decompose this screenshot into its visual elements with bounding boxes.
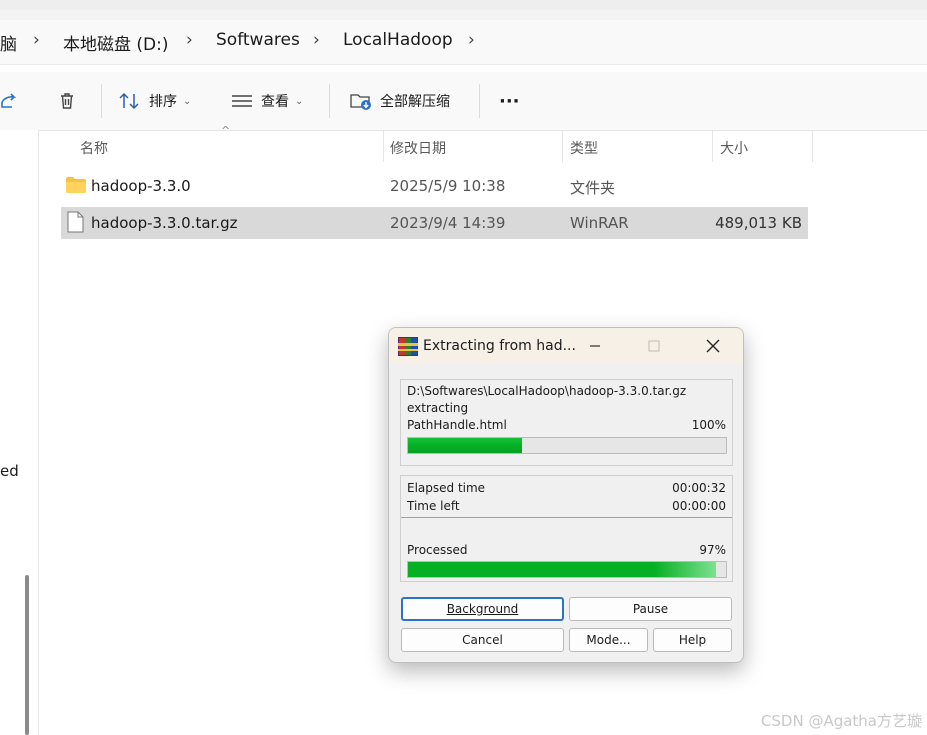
share-icon <box>1 93 17 108</box>
breadcrumb-softwares[interactable]: Softwares <box>216 30 300 50</box>
chevron-right-icon[interactable]: › <box>33 30 40 50</box>
maximize-button[interactable] <box>631 328 677 364</box>
sort-icon <box>119 92 139 110</box>
total-progress-bar <box>407 561 727 578</box>
nav-item-partial[interactable]: ed <box>0 462 19 480</box>
extract-all-label: 全部解压缩 <box>380 94 450 110</box>
minimize-button[interactable] <box>572 328 618 364</box>
current-file-name: PathHandle.html <box>407 418 507 432</box>
panel-divider <box>401 517 732 518</box>
column-divider[interactable] <box>562 130 563 162</box>
title-strip <box>0 0 927 10</box>
column-divider[interactable] <box>812 130 813 162</box>
action-label: extracting <box>407 401 469 415</box>
time-left-label: Time left <box>407 499 460 513</box>
processed-percent: 97% <box>699 543 726 557</box>
maximize-icon <box>648 340 660 352</box>
extract-all-button[interactable]: 全部解压缩 <box>350 72 450 130</box>
column-header-modified[interactable]: 修改日期 <box>390 138 446 158</box>
help-button[interactable]: Help <box>653 628 732 652</box>
time-left-value: 00:00:00 <box>672 499 726 513</box>
chevron-right-icon[interactable]: › <box>313 30 320 50</box>
file-progress-panel: D:\Softwares\LocalHadoop\hadoop-3.3.0.ta… <box>400 379 733 466</box>
mode-button[interactable]: Mode... <box>569 628 648 652</box>
file-progress-fill <box>408 438 523 453</box>
file-modified: 2025/5/9 10:38 <box>390 177 506 195</box>
elapsed-time-value: 00:00:32 <box>672 481 726 495</box>
column-divider[interactable] <box>383 130 384 162</box>
file-type: 文件夹 <box>570 179 616 197</box>
file-percent: 100% <box>691 418 726 432</box>
navigation-pane <box>0 130 39 735</box>
help-button-label: Help <box>678 633 707 647</box>
toolbar-divider <box>329 84 330 118</box>
winrar-icon <box>398 337 418 356</box>
column-header-name[interactable]: 名称 <box>80 138 108 158</box>
address-bar[interactable]: 脑 › 本地磁盘 (D:) › Softwares › LocalHadoop … <box>0 20 927 65</box>
close-button[interactable] <box>690 328 736 364</box>
toolbar-divider <box>101 84 102 118</box>
close-icon <box>706 339 720 353</box>
file-modified: 2023/9/4 14:39 <box>390 214 506 232</box>
dialog-title-bar[interactable]: Extracting from had... <box>389 328 743 364</box>
delete-button[interactable] <box>57 72 85 130</box>
sort-ascending-icon: ^ <box>221 124 231 137</box>
file-size: 489,013 KB <box>715 214 802 232</box>
chevron-down-icon: ⌄ <box>295 95 304 107</box>
file-type: WinRAR <box>570 214 629 232</box>
breadcrumb-this-pc[interactable]: 脑 <box>0 30 17 55</box>
sort-label: 排序 <box>149 94 177 110</box>
column-header-type[interactable]: 类型 <box>570 138 598 158</box>
cancel-button[interactable]: Cancel <box>401 628 564 652</box>
file-row[interactable]: hadoop-3.3.0 2025/5/9 10:38 文件夹 <box>61 170 808 202</box>
chevron-right-icon[interactable]: › <box>186 30 193 50</box>
breadcrumb-local-disk[interactable]: 本地磁盘 (D:) <box>63 30 169 55</box>
chevron-down-icon: ⌄ <box>183 95 192 107</box>
toolbar-divider <box>479 84 480 118</box>
view-button[interactable]: 查看 ⌄ <box>231 72 303 130</box>
breadcrumb-localhadoop[interactable]: LocalHadoop <box>343 30 453 50</box>
background-button-label: Background <box>446 602 519 616</box>
total-progress-fill <box>408 562 717 577</box>
pause-button-label: Pause <box>632 602 669 616</box>
more-options-button[interactable]: ··· <box>499 72 520 130</box>
column-header-size[interactable]: 大小 <box>720 138 748 158</box>
cancel-button-label: Cancel <box>462 633 503 647</box>
file-icon <box>67 211 84 233</box>
trash-icon <box>61 93 73 109</box>
file-name: hadoop-3.3.0.tar.gz <box>91 214 238 232</box>
view-list-icon <box>232 95 252 107</box>
tab-strip <box>0 10 927 20</box>
view-label: 查看 <box>261 94 289 110</box>
dialog-title: Extracting from had... <box>423 338 576 354</box>
minimize-icon <box>590 345 600 347</box>
mode-button-label: Mode... <box>586 633 631 647</box>
background-button[interactable]: Background <box>401 597 564 621</box>
file-row-selected[interactable]: hadoop-3.3.0.tar.gz 2023/9/4 14:39 WinRA… <box>61 207 808 239</box>
time-progress-panel: Elapsed time 00:00:32 Time left 00:00:00… <box>400 475 733 582</box>
nav-scrollbar[interactable] <box>25 575 29 735</box>
share-button[interactable] <box>0 72 26 130</box>
extract-folder-icon <box>350 94 371 110</box>
watermark: CSDN @Agatha方艺璇 <box>760 712 922 730</box>
chevron-right-icon[interactable]: › <box>468 30 475 50</box>
folder-icon <box>66 177 86 193</box>
sort-button[interactable]: 排序 ⌄ <box>119 72 191 130</box>
elapsed-time-label: Elapsed time <box>407 481 486 495</box>
extraction-dialog: Extracting from had... D:\Softwares\Loca… <box>388 327 744 663</box>
processed-label: Processed <box>407 543 468 557</box>
pause-button[interactable]: Pause <box>569 597 732 621</box>
command-bar: 排序 ⌄ 查看 ⌄ 全部解压缩 ··· <box>0 72 927 131</box>
file-progress-bar <box>407 437 727 454</box>
archive-path: D:\Softwares\LocalHadoop\hadoop-3.3.0.ta… <box>407 384 687 398</box>
file-name: hadoop-3.3.0 <box>91 177 191 195</box>
column-divider[interactable] <box>712 130 713 162</box>
